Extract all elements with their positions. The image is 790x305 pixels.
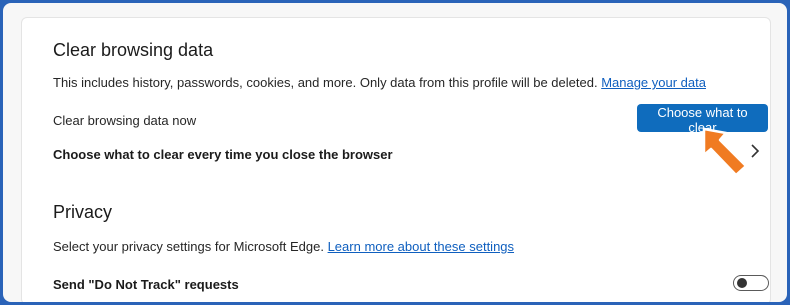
manage-your-data-link[interactable]: Manage your data [601, 75, 706, 90]
arrow-annotation-icon [702, 127, 748, 177]
toggle-knob [737, 278, 747, 288]
clear-description-text: This includes history, passwords, cookie… [53, 75, 598, 90]
privacy-heading: Privacy [53, 202, 113, 222]
settings-window: Clear browsing data This includes histor… [3, 3, 787, 302]
clear-description: This includes history, passwords, cookie… [53, 75, 706, 90]
privacy-description-text: Select your privacy settings for Microso… [53, 239, 324, 254]
clear-now-label: Clear browsing data now [53, 113, 197, 128]
learn-more-link[interactable]: Learn more about these settings [328, 239, 514, 254]
do-not-track-label: Send "Do Not Track" requests [53, 277, 239, 292]
clear-browsing-data-heading: Clear browsing data [53, 40, 214, 60]
settings-card: Clear browsing data This includes histor… [21, 17, 771, 302]
clear-every-time-label[interactable]: Choose what to clear every time you clos… [53, 147, 393, 162]
do-not-track-toggle[interactable] [733, 275, 769, 291]
privacy-description: Select your privacy settings for Microso… [53, 239, 514, 254]
